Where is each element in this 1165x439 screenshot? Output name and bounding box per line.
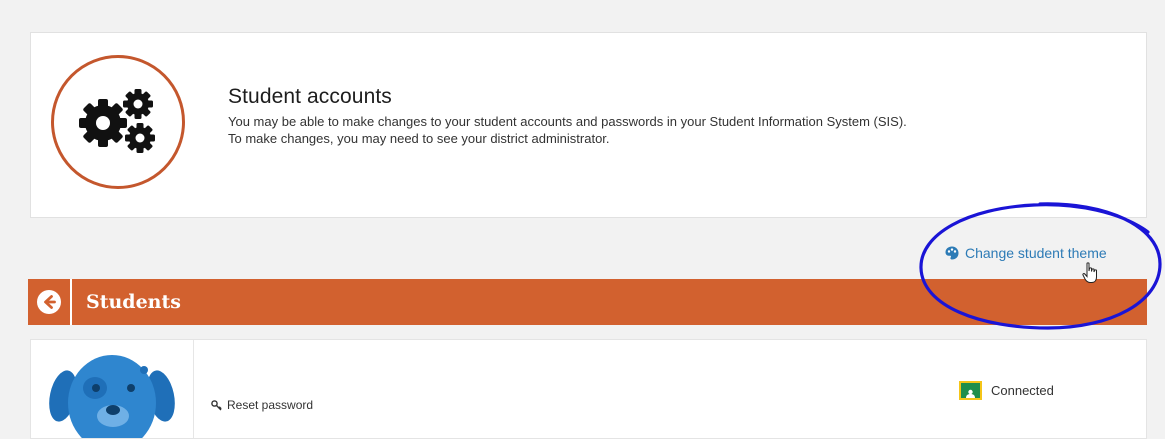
reset-password-label: Reset password	[227, 398, 314, 412]
info-text: Student accounts You may be able to make…	[228, 85, 1128, 147]
card-description-line-2: To make changes, you may need to see you…	[228, 131, 610, 146]
card-description: You may be able to make changes to your …	[228, 113, 1128, 147]
hand-cursor-icon	[1082, 262, 1097, 283]
avatar	[49, 355, 175, 438]
gear-badge	[51, 55, 185, 189]
palette-icon	[945, 246, 959, 260]
students-title: Students	[86, 291, 181, 313]
avatar-cell	[31, 340, 194, 438]
connection-status: Connected	[959, 381, 1054, 400]
student-row: Reset password Connected	[30, 339, 1147, 439]
change-student-theme-label: Change student theme	[965, 245, 1107, 261]
student-accounts-card: Student accounts You may be able to make…	[30, 32, 1147, 218]
back-arrow-icon	[37, 290, 61, 314]
back-button[interactable]	[28, 279, 72, 325]
card-description-line-1: You may be able to make changes to your …	[228, 114, 907, 129]
reset-password-link[interactable]: Reset password	[211, 398, 313, 412]
card-title: Student accounts	[228, 85, 392, 108]
gears-icon	[79, 89, 155, 153]
key-icon	[211, 399, 222, 410]
students-header-bar: Students	[28, 279, 1147, 325]
classroom-icon	[959, 381, 982, 400]
connection-status-label: Connected	[991, 383, 1054, 398]
change-student-theme-link[interactable]: Change student theme	[944, 245, 1107, 261]
